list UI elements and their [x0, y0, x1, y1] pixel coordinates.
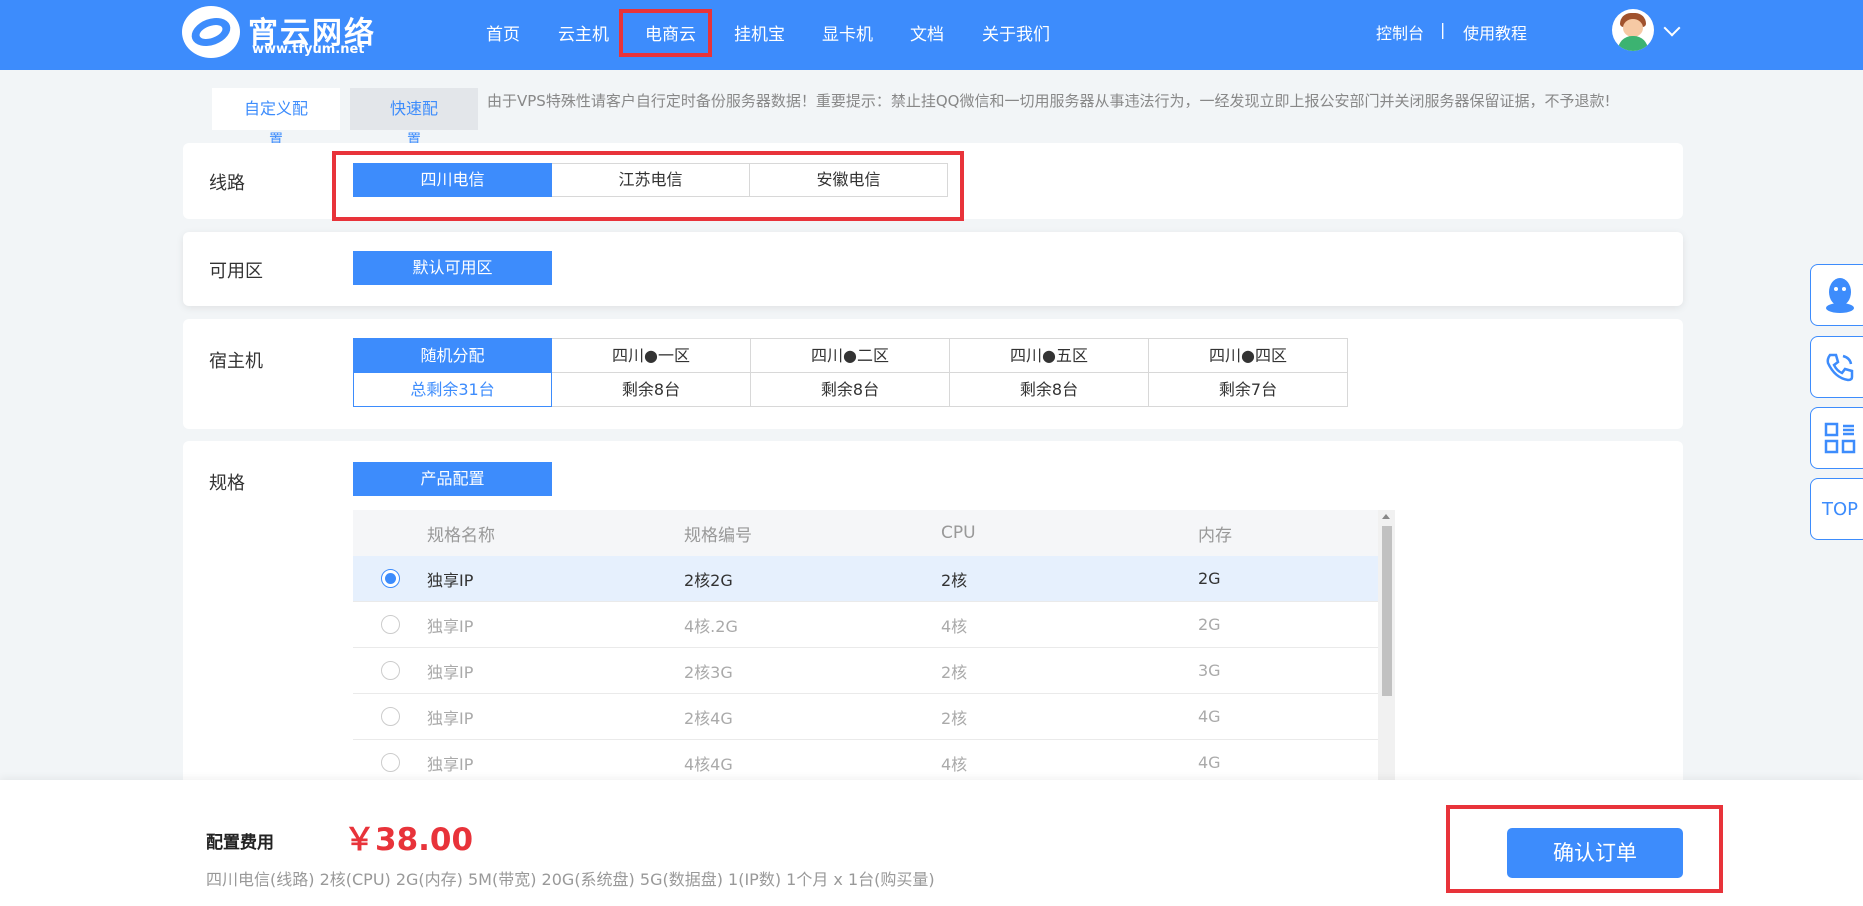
spec-selector: 产品配置 [353, 462, 552, 496]
phone-icon [1826, 353, 1854, 382]
host-remain-random[interactable]: 总剩余31台 [353, 372, 552, 407]
table-row[interactable]: 独享IP 2核4G 2核 4G [353, 694, 1395, 740]
row-spec-code: 4核.2G [684, 616, 738, 636]
host-remain-zone4[interactable]: 剩余7台 [1148, 372, 1348, 407]
tab-custom-config[interactable]: 自定义配 置 [212, 88, 340, 148]
col-cpu: CPU [941, 523, 976, 543]
qq-icon [1826, 278, 1854, 313]
zone-option-default[interactable]: 默认可用区 [353, 251, 552, 285]
qrcode-icon [1824, 422, 1856, 454]
avatar[interactable] [1612, 9, 1654, 51]
row-memory: 4G [1198, 707, 1221, 726]
nav-highlight-box [619, 9, 712, 57]
host-remain-zone2[interactable]: 剩余8台 [750, 372, 950, 407]
row-cpu: 4核 [941, 616, 968, 636]
line-label: 线路 [209, 173, 245, 194]
order-price: ￥38.00 [344, 822, 474, 858]
top-nav-bar: 宵云网络 www.tfyum.net 首页 云主机 电商云 挂机宝 显卡机 文档… [0, 0, 1863, 70]
row-spec-name: 独享IP [427, 570, 474, 590]
confirm-highlight-box [1446, 805, 1723, 893]
row-cpu: 2核 [941, 662, 968, 682]
host-option-zone2[interactable]: 四川●二区 [750, 338, 950, 373]
tab-quick-label: 快速配 [389, 99, 438, 118]
host-grid: 随机分配 四川●一区 四川●二区 四川●五区 四川●四区 总剩余31台 剩余8台… [353, 338, 1348, 407]
row-spec-name: 独享IP [427, 662, 474, 682]
spec-label: 规格 [209, 473, 245, 494]
row-spec-name: 独享IP [427, 616, 474, 636]
host-option-zone4[interactable]: 四川●四区 [1148, 338, 1348, 373]
row-memory: 4G [1198, 753, 1221, 772]
row-spec-code: 2核3G [684, 662, 733, 682]
row-cpu: 2核 [941, 708, 968, 728]
row-cpu: 4核 [941, 754, 968, 774]
host-option-zone5[interactable]: 四川●五区 [949, 338, 1149, 373]
product-config-button[interactable]: 产品配置 [353, 462, 552, 496]
zone-selector: 默认可用区 [353, 251, 552, 285]
host-option-random[interactable]: 随机分配 [353, 338, 552, 373]
nav-hosting-bao[interactable]: 挂机宝 [734, 20, 785, 45]
row-spec-name: 独享IP [427, 754, 474, 774]
row-spec-code: 2核4G [684, 708, 733, 728]
col-spec-code: 规格编号 [684, 525, 752, 546]
nav-docs[interactable]: 文档 [910, 20, 944, 45]
spec-table-header: 规格名称 规格编号 CPU 内存 [353, 510, 1395, 556]
row-memory: 2G [1198, 615, 1221, 634]
back-to-top-button[interactable]: TOP [1810, 478, 1863, 540]
table-row[interactable]: 独享IP 2核3G 2核 3G [353, 648, 1395, 694]
scroll-up-arrow-icon[interactable] [1382, 514, 1390, 519]
config-fee-label: 配置费用 [206, 833, 274, 853]
order-summary: 四川电信(线路) 2核(CPU) 2G(内存) 5M(带宽) 20G(系统盘) … [206, 870, 935, 889]
radio-button[interactable] [380, 707, 400, 726]
table-row[interactable]: 独享IP 4核.2G 4核 2G [353, 602, 1395, 648]
cloud-logo-icon [182, 6, 240, 58]
scroll-thumb[interactable] [1382, 526, 1392, 696]
console-link[interactable]: 控制台 [1376, 20, 1424, 44]
host-remain-zone5[interactable]: 剩余8台 [949, 372, 1149, 407]
row-spec-code: 4核4G [684, 754, 733, 774]
host-option-zone1[interactable]: 四川●一区 [551, 338, 751, 373]
tab-quick-config[interactable]: 快速配 置 [350, 88, 478, 148]
qq-contact-button[interactable] [1810, 264, 1863, 326]
col-spec-name: 规格名称 [427, 525, 495, 546]
nav-home[interactable]: 首页 [486, 20, 520, 45]
backup-notice: 由于VPS特殊性请客户自行定时备份服务器数据！重要提示：禁止挂QQ微信和一切用服… [487, 92, 1611, 110]
header-separator: | [1440, 20, 1446, 39]
qrcode-button[interactable] [1810, 407, 1863, 469]
spec-table: 规格名称 规格编号 CPU 内存 独享IP 2核2G 2核 2G 独享IP 4核… [353, 510, 1395, 780]
row-spec-code: 2核2G [684, 570, 733, 590]
radio-button[interactable] [380, 569, 400, 588]
row-memory: 2G [1198, 569, 1221, 588]
zone-label: 可用区 [209, 261, 263, 282]
nav-about-us[interactable]: 关于我们 [982, 20, 1050, 45]
nav-cloud-host[interactable]: 云主机 [558, 20, 609, 45]
logo[interactable]: 宵云网络 www.tfyum.net [182, 6, 382, 58]
row-cpu: 2核 [941, 570, 968, 590]
logo-url: www.tfyum.net [252, 42, 365, 57]
host-label: 宿主机 [209, 351, 263, 372]
col-memory: 内存 [1198, 525, 1232, 546]
chevron-down-icon[interactable] [1663, 19, 1681, 37]
line-option-sichuan[interactable]: 四川电信 [353, 163, 552, 197]
radio-button[interactable] [380, 661, 400, 680]
radio-button[interactable] [380, 753, 400, 772]
row-spec-name: 独享IP [427, 708, 474, 728]
tab-custom-label: 自定义配 [243, 99, 308, 118]
table-scrollbar[interactable] [1378, 510, 1395, 780]
host-remain-zone1[interactable]: 剩余8台 [551, 372, 751, 407]
table-row[interactable]: 独享IP 4核4G 4核 4G [353, 740, 1395, 780]
row-memory: 3G [1198, 661, 1221, 680]
nav-gpu-host[interactable]: 显卡机 [822, 20, 873, 45]
radio-button[interactable] [380, 615, 400, 634]
tutorial-link[interactable]: 使用教程 [1463, 20, 1527, 44]
table-row[interactable]: 独享IP 2核2G 2核 2G [353, 556, 1395, 602]
phone-contact-button[interactable] [1810, 336, 1863, 398]
